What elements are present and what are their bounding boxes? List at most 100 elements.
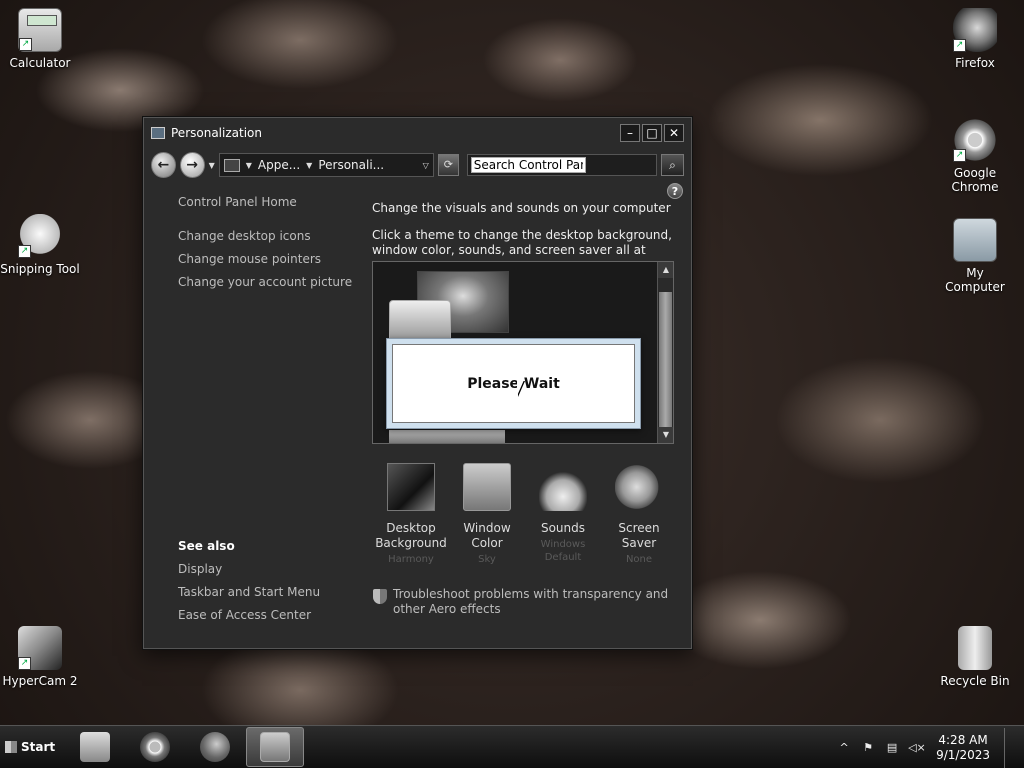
tile-label: Desktop Background: [375, 521, 447, 550]
taskbar-start-menu-link[interactable]: Taskbar and Start Menu: [178, 585, 320, 599]
breadcrumb-item[interactable]: Personali...: [318, 158, 384, 172]
network-icon[interactable]: ▤: [884, 741, 900, 755]
window-color-icon: [463, 463, 511, 511]
see-also-section: See also Display Taskbar and Start Menu …: [178, 539, 320, 631]
back-button[interactable]: ←: [151, 152, 176, 178]
desktop-icon-calculator[interactable]: ↗ Calculator: [0, 8, 80, 70]
desktop-icon-label: Snipping Tool: [0, 262, 80, 276]
tile-label: Window Color: [463, 521, 511, 550]
search-input[interactable]: [470, 157, 586, 173]
start-button[interactable]: Start: [0, 728, 56, 766]
desktop-icon-label: Firefox: [955, 56, 995, 70]
firefox-icon: ↗: [953, 8, 997, 52]
desktop-icon-label: HyperCam 2: [2, 674, 78, 688]
control-panel-icon: [260, 732, 290, 762]
clock-time: 4:28 AM: [938, 732, 988, 747]
tile-sublabel: Sky: [478, 554, 496, 565]
screen-saver-tile[interactable]: Screen Saver None: [601, 463, 677, 566]
breadcrumb-item[interactable]: Appe...: [258, 158, 300, 172]
personalization-window: Personalization – □ ✕ ← → ▼ ▼ Appe... ▼ …: [142, 116, 693, 650]
display-link[interactable]: Display: [178, 562, 320, 576]
desktop-icon-my-computer[interactable]: My Computer: [935, 218, 1015, 294]
change-account-picture-link[interactable]: Change your account picture: [178, 275, 358, 289]
mouse-cursor-icon: [517, 380, 524, 396]
troubleshoot-link[interactable]: Troubleshoot problems with transparency …: [373, 587, 683, 617]
search-box[interactable]: [466, 154, 658, 176]
close-button[interactable]: ✕: [664, 124, 684, 142]
window-color-tile[interactable]: Window Color Sky: [449, 463, 525, 566]
tile-sublabel: Windows Default: [540, 539, 586, 563]
show-desktop-button[interactable]: [1004, 727, 1016, 768]
clock-date: 9/1/2023: [936, 747, 990, 762]
taskbar-chrome[interactable]: [126, 727, 184, 767]
tile-label: Sounds: [540, 521, 586, 535]
search-icon[interactable]: ⌕: [661, 154, 684, 176]
clock[interactable]: 4:28 AM 9/1/2023: [936, 733, 990, 763]
system-tray: ^ ⚑ ▤ ◁× 4:28 AM 9/1/2023: [836, 726, 1016, 768]
chevron-down-icon: ▼: [245, 160, 252, 170]
show-hidden-icons-chevron-icon[interactable]: ^: [836, 741, 852, 755]
taskbar-control-panel[interactable]: [246, 727, 304, 767]
breadcrumb[interactable]: ▼ Appe... ▼ Personali... ▽: [218, 153, 434, 177]
please-wait-text: Please Wait: [392, 344, 635, 423]
shortcut-arrow-icon: ↗: [953, 149, 966, 162]
volume-muted-icon[interactable]: ◁×: [908, 741, 926, 755]
shortcut-arrow-icon: ↗: [953, 39, 966, 52]
theme-thumbnail[interactable]: [389, 430, 505, 443]
help-icon[interactable]: ?: [667, 183, 683, 199]
forward-button[interactable]: →: [179, 152, 205, 178]
desktop-icon-snipping-tool[interactable]: ↗ Snipping Tool: [0, 214, 80, 276]
scroll-down-button[interactable]: ▼: [658, 427, 673, 443]
title-bar[interactable]: Personalization – □ ✕: [143, 117, 692, 149]
window-title: Personalization: [171, 126, 262, 140]
desktop-icon-recycle-bin[interactable]: Recycle Bin: [935, 626, 1015, 688]
maximize-button[interactable]: □: [642, 124, 662, 142]
tile-sublabel: Harmony: [388, 554, 434, 565]
desktop-background-tile[interactable]: Desktop Background Harmony: [373, 463, 449, 566]
shortcut-arrow-icon: ↗: [18, 245, 31, 258]
desktop-icon-label: Recycle Bin: [940, 674, 1010, 688]
action-center-flag-icon[interactable]: ⚑: [860, 741, 876, 755]
ease-of-access-link[interactable]: Ease of Access Center: [178, 608, 320, 622]
refresh-button[interactable]: ⟳: [437, 154, 459, 176]
tile-label: Screen Saver: [618, 521, 660, 550]
desktop-icon-chrome[interactable]: ↗ Google Chrome: [935, 118, 1015, 194]
music-notes-icon: [539, 463, 587, 511]
personalization-tiles: Desktop Background Harmony Window Color …: [373, 463, 677, 566]
desktop-icon-firefox[interactable]: ↗ Firefox: [935, 8, 1015, 70]
control-panel-icon: [151, 127, 165, 139]
film-camera-icon: ↗: [18, 626, 62, 670]
minimize-button[interactable]: –: [620, 124, 640, 142]
control-panel-icon: [223, 158, 240, 172]
recycle-bin-icon: [958, 626, 992, 670]
desktop-icon-label: Calculator: [9, 56, 71, 70]
sounds-tile[interactable]: Sounds Windows Default: [525, 463, 601, 566]
control-panel-home-link[interactable]: Control Panel Home: [178, 195, 358, 209]
address-bar: ← → ▼ ▼ Appe... ▼ Personali... ▽ ⟳ ⌕: [151, 149, 684, 181]
tile-sublabel: None: [625, 554, 653, 565]
recent-pages-dropdown[interactable]: ▼: [209, 161, 215, 170]
shortcut-arrow-icon: ↗: [18, 657, 31, 670]
calculator-icon: ↗: [18, 8, 62, 52]
taskbar-firefox[interactable]: [186, 727, 244, 767]
screen-saver-icon: [615, 463, 663, 511]
theme-list-scrollbar[interactable]: ▲ ▼: [657, 262, 673, 443]
troubleshoot-text: Troubleshoot problems with transparency …: [393, 587, 669, 616]
page-title: Change the visuals and sounds on your co…: [372, 201, 671, 215]
windows-flag-icon: [5, 741, 17, 753]
please-wait-dialog: Please Wait: [386, 338, 641, 429]
taskbar-explorer[interactable]: [66, 727, 124, 767]
scroll-thumb[interactable]: [659, 292, 672, 428]
scroll-up-button[interactable]: ▲: [658, 262, 673, 278]
desktop-icon-label: My Computer: [945, 266, 1005, 294]
chrome-icon: [140, 732, 170, 762]
desktop-icon-hypercam[interactable]: ↗ HyperCam 2: [0, 626, 80, 688]
chrome-icon: ↗: [953, 118, 997, 162]
change-mouse-pointers-link[interactable]: Change mouse pointers: [178, 252, 358, 266]
address-dropdown-button[interactable]: ▽: [423, 161, 429, 170]
start-label: Start: [21, 740, 56, 754]
scissors-icon: ↗: [18, 214, 62, 258]
left-pane: Control Panel Home Change desktop icons …: [178, 195, 358, 298]
change-desktop-icons-link[interactable]: Change desktop icons: [178, 229, 358, 243]
shortcut-arrow-icon: ↗: [19, 38, 32, 51]
